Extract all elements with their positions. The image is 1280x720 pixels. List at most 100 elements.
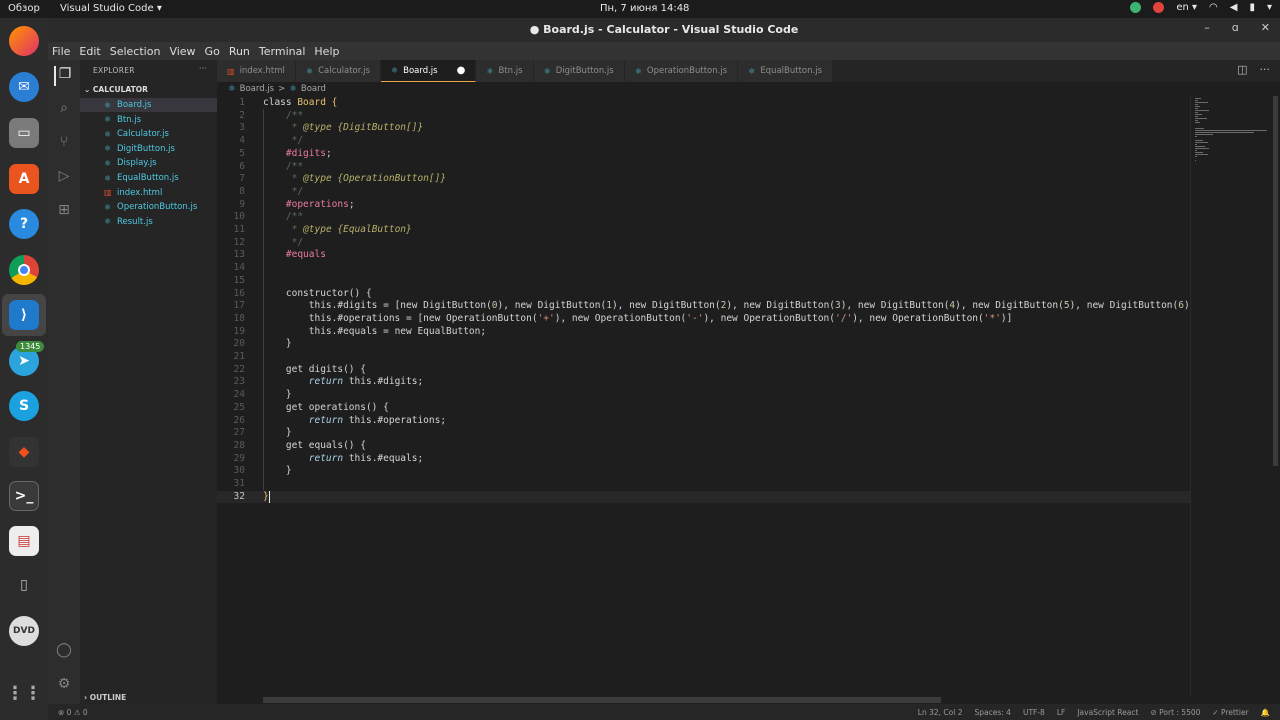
run-debug-icon[interactable]: ▷ bbox=[54, 168, 74, 188]
status-item[interactable]: LF bbox=[1057, 708, 1066, 717]
react-file-icon: ⚛ bbox=[486, 66, 494, 76]
outline-section[interactable]: › OUTLINE bbox=[84, 693, 126, 702]
menu-run[interactable]: Run bbox=[229, 45, 250, 58]
settings-gear-icon[interactable]: ⚙ bbox=[54, 676, 74, 696]
status-item[interactable]: 🔔 bbox=[1261, 708, 1270, 717]
vertical-scrollbar[interactable] bbox=[1271, 96, 1280, 696]
folder-calculator[interactable]: ⌄ CALCULATOR bbox=[84, 85, 148, 94]
html-file-icon: ▥ bbox=[104, 188, 112, 198]
menu-help[interactable]: Help bbox=[314, 45, 339, 58]
problems-indicator[interactable]: ⊗ 0 ⚠ 0 bbox=[58, 708, 88, 717]
file-item[interactable]: ⚛ Result.js bbox=[80, 215, 217, 229]
code-text: #operations; bbox=[263, 199, 355, 212]
status-item[interactable]: ✓ Prettier bbox=[1212, 708, 1248, 717]
nordvpn-icon[interactable] bbox=[1130, 2, 1142, 13]
software-icon[interactable]: A bbox=[9, 164, 39, 194]
menu-file[interactable]: File bbox=[52, 45, 70, 58]
chrome-icon[interactable] bbox=[1153, 2, 1165, 13]
react-file-icon: ⚛ bbox=[104, 173, 112, 183]
search-icon[interactable]: ⌕ bbox=[54, 100, 74, 120]
editor-tab[interactable]: ⚛ EqualButton.js bbox=[738, 60, 833, 82]
horizontal-scrollbar[interactable] bbox=[263, 697, 941, 703]
menu-go[interactable]: Go bbox=[205, 45, 220, 58]
scrollbar-thumb[interactable] bbox=[1273, 96, 1278, 466]
menu-terminal[interactable]: Terminal bbox=[259, 45, 306, 58]
menu-edit[interactable]: Edit bbox=[79, 45, 100, 58]
more-actions-icon[interactable]: ··· bbox=[199, 64, 207, 74]
split-editor-icon[interactable]: ◫ bbox=[1237, 63, 1247, 76]
minimap-line bbox=[1195, 132, 1254, 133]
code-token: } bbox=[263, 490, 269, 502]
minimize-button[interactable]: – bbox=[1204, 21, 1210, 34]
volume-icon[interactable]: ◀ bbox=[1230, 2, 1238, 13]
code-editor[interactable]: 1 class Board {2 /** 3 * @type {DigitButto… bbox=[217, 96, 1190, 696]
thunderbird-icon[interactable]: ✉ bbox=[9, 72, 39, 102]
code-token: ), new OperationButton( bbox=[703, 312, 836, 324]
editor-tab[interactable]: ⚛ Calculator.js bbox=[295, 60, 381, 82]
minimap-line bbox=[1195, 142, 1208, 143]
minimap[interactable] bbox=[1190, 96, 1270, 696]
tab-label: Calculator.js bbox=[318, 66, 370, 76]
wifi-icon[interactable]: ◠ bbox=[1209, 2, 1218, 13]
file-item[interactable]: ⚛ Display.js bbox=[80, 156, 217, 170]
vscode-icon[interactable]: ⟩ bbox=[9, 300, 39, 330]
extensions-icon[interactable]: ⊞ bbox=[54, 202, 74, 222]
unsaved-dot-icon[interactable]: ● bbox=[457, 65, 466, 76]
editor-tab[interactable]: ▥ index.html bbox=[217, 60, 296, 82]
status-item[interactable]: JavaScript React bbox=[1077, 708, 1138, 717]
menu-view[interactable]: View bbox=[169, 45, 195, 58]
firefox-icon[interactable] bbox=[9, 26, 39, 56]
power-menu-icon[interactable]: ▾ bbox=[1267, 2, 1272, 13]
file-item[interactable]: ▥ index.html bbox=[80, 186, 217, 200]
file-item[interactable]: ⚛ Calculator.js bbox=[80, 127, 217, 141]
explorer-icon[interactable]: ❐ bbox=[54, 66, 74, 86]
code-line: 13 #equals bbox=[217, 249, 1190, 262]
status-item[interactable]: UTF-8 bbox=[1023, 708, 1045, 717]
file-item[interactable]: ⚛ Btn.js bbox=[80, 113, 217, 127]
terminal-icon[interactable]: >_ bbox=[9, 481, 39, 511]
file-item[interactable]: ⚛ OperationButton.js bbox=[80, 200, 217, 214]
code-token: [new OperationButton( bbox=[417, 312, 538, 324]
code-token: this.#digits = bbox=[308, 300, 395, 312]
breadcrumb-symbol[interactable]: Board bbox=[301, 84, 326, 94]
activities-button[interactable]: Обзор bbox=[8, 3, 40, 14]
editor-tab[interactable]: ⚛ Btn.js bbox=[476, 60, 534, 82]
close-button[interactable]: ✕ bbox=[1261, 21, 1270, 34]
editor-tab[interactable]: ⚛ OperationButton.js bbox=[624, 60, 739, 82]
editor-tab[interactable]: ⚛ DigitButton.js bbox=[533, 60, 625, 82]
code-text: * @type {OperationButton[]} bbox=[263, 173, 446, 186]
skype-icon[interactable]: S bbox=[9, 391, 39, 421]
minimap-line bbox=[1195, 110, 1210, 111]
usb-drive-icon[interactable]: ▯ bbox=[9, 570, 39, 600]
source-control-icon[interactable]: ⑂ bbox=[54, 134, 74, 154]
status-item[interactable]: Spaces: 4 bbox=[975, 708, 1011, 717]
maximize-button[interactable]: ɑ bbox=[1232, 21, 1239, 34]
lang-indicator[interactable]: en ▾ bbox=[1176, 2, 1197, 13]
file-item[interactable]: ⚛ Board.js bbox=[80, 98, 217, 112]
editor-tab[interactable]: ⚛ Board.js ● bbox=[380, 60, 477, 82]
app-menu[interactable]: Visual Studio Code ▾ bbox=[60, 3, 162, 14]
system-tray: en ▾ ◠ ◀ ▮ ▾ bbox=[1130, 2, 1272, 13]
more-actions-icon[interactable]: ··· bbox=[1260, 63, 1271, 76]
breadcrumb-file[interactable]: Board.js bbox=[240, 84, 274, 94]
menu-selection[interactable]: Selection bbox=[110, 45, 161, 58]
line-number: 23 bbox=[233, 376, 245, 388]
app-grid-icon[interactable]: ⋮⋮ bbox=[6, 678, 42, 708]
line-number: 11 bbox=[233, 224, 245, 235]
help-icon[interactable]: ? bbox=[9, 209, 39, 239]
figma-icon[interactable]: ◆ bbox=[9, 437, 39, 467]
files-icon[interactable]: ▭ bbox=[9, 118, 39, 148]
chrome-icon[interactable] bbox=[9, 255, 39, 285]
dvd-drive-icon[interactable]: DVD bbox=[9, 616, 39, 646]
file-item[interactable]: ⚛ EqualButton.js bbox=[80, 171, 217, 185]
battery-icon[interactable]: ▮ bbox=[1249, 2, 1255, 13]
status-item[interactable]: ⊘ Port : 5500 bbox=[1150, 708, 1200, 717]
account-icon[interactable]: ◯ bbox=[54, 642, 74, 662]
document-viewer-icon[interactable]: ▤ bbox=[9, 526, 39, 556]
status-item[interactable]: Ln 32, Col 2 bbox=[918, 708, 963, 717]
file-item[interactable]: ⚛ DigitButton.js bbox=[80, 142, 217, 156]
clock[interactable]: Пн, 7 июня 14:48 bbox=[600, 3, 760, 14]
